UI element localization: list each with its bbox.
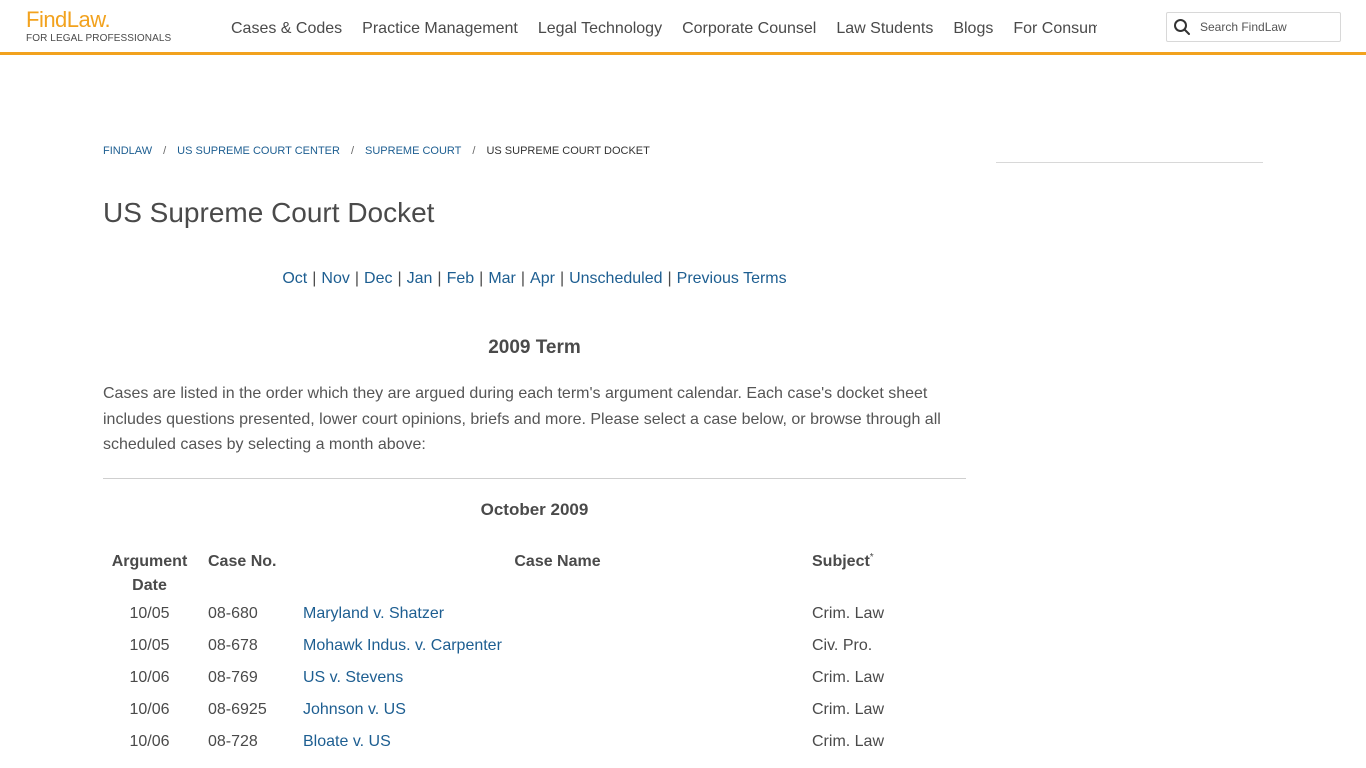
page-title: US Supreme Court Docket <box>103 197 435 228</box>
cell-case-no: 08-728 <box>208 733 258 750</box>
month-nav: Oct | Nov | Dec | Jan | Feb | Mar | Apr | Unscheduled |… <box>103 270 966 288</box>
breadcrumb-separator: / <box>472 145 476 157</box>
month-separator: | <box>397 270 402 287</box>
header-argument-date-line2: Date <box>132 577 167 594</box>
table-row: 10/06 08-728 Bloate v. US Crim. Law <box>103 726 966 758</box>
cell-argument-date: 10/06 <box>129 733 170 750</box>
month-link-oct[interactable]: Oct <box>282 270 307 287</box>
docket-body: 10/05 08-680 Maryland v. Shatzer Crim. Law 1… <box>103 598 966 758</box>
month-link-mar[interactable]: Mar <box>488 270 516 287</box>
breadcrumb: FINDLAW / US SUPREME COURT CENTER / SUPREME … <box>103 145 650 157</box>
month-separator: | <box>667 270 672 287</box>
case-link[interactable]: Johnson v. US <box>303 701 406 718</box>
cell-case-no: 08-769 <box>208 669 258 686</box>
month-link-nov[interactable]: Nov <box>321 270 349 287</box>
month-link-apr[interactable]: Apr <box>530 270 555 287</box>
cell-subject: Crim. Law <box>812 605 885 622</box>
case-link[interactable]: Mohawk Indus. v. Carpenter <box>303 637 502 654</box>
site-header: FindLaw. FOR LEGAL PROFESSIONALS Cases &… <box>0 0 1366 55</box>
cell-argument-date: 10/05 <box>129 637 170 654</box>
nav-item-law-students[interactable]: Law Students <box>826 0 943 55</box>
month-link-feb[interactable]: Feb <box>447 270 475 287</box>
cell-case-name: Bloate v. US <box>303 726 812 758</box>
sidebar-divider <box>996 162 1263 163</box>
month-link-dec[interactable]: Dec <box>364 270 392 287</box>
term-heading: 2009 Term <box>488 337 581 358</box>
table-row: 10/06 08-6925 Johnson v. US Crim. Law <box>103 694 966 726</box>
cell-argument-date: 10/06 <box>129 701 170 718</box>
header-subject-label: Subject <box>812 553 870 570</box>
cell-subject: Crim. Law <box>812 669 885 686</box>
cell-subject: Civ. Pro. <box>812 637 873 654</box>
header-subject: Subject* <box>812 550 966 598</box>
breadcrumb-supreme-court[interactable]: SUPREME COURT <box>365 145 461 157</box>
breadcrumb-us-supreme-court-center[interactable]: US SUPREME COURT CENTER <box>177 145 340 157</box>
month-separator: | <box>312 270 317 287</box>
cell-case-name: Maryland v. Shatzer <box>303 598 812 630</box>
cell-case-no: 08-680 <box>208 605 258 622</box>
docket-table: Argument Date Case No. Case Name Subject*… <box>103 550 966 758</box>
cell-case-name: Mohawk Indus. v. Carpenter <box>303 630 812 662</box>
month-separator: | <box>437 270 442 287</box>
section-divider <box>103 478 966 479</box>
header-argument-date-line1: Argument <box>111 553 188 570</box>
month-link-previous-terms[interactable]: Previous Terms <box>677 270 787 287</box>
findlaw-logo[interactable]: FindLaw. FOR LEGAL PROFESSIONALS <box>26 8 176 45</box>
month-separator: | <box>354 270 360 287</box>
nav-item-legal-technology[interactable]: Legal Technology <box>528 0 672 55</box>
cell-argument-date: 10/06 <box>129 669 170 686</box>
month-heading: October 2009 <box>480 500 589 519</box>
header-case-no: Case No. <box>208 553 277 570</box>
search-icon[interactable] <box>1173 18 1191 36</box>
month-separator: | <box>520 270 526 287</box>
search-box[interactable] <box>1166 12 1341 42</box>
nav-item-cases-codes[interactable]: Cases & Codes <box>221 0 352 55</box>
main-nav: Cases & Codes Practice Management Legal Te… <box>221 0 1097 55</box>
logo-tagline: FOR LEGAL PROFESSIONALS <box>26 33 172 44</box>
table-row: 10/05 08-680 Maryland v. Shatzer Crim. Law <box>103 598 966 630</box>
table-row: 10/06 08-769 US v. Stevens Crim. Law <box>103 662 966 694</box>
table-row: 10/05 08-678 Mohawk Indus. v. Carpenter Civ… <box>103 630 966 662</box>
cell-case-no: 08-678 <box>208 637 258 654</box>
table-header-row: Argument Date Case No. Case Name Subject* <box>103 550 966 598</box>
month-link-unscheduled[interactable]: Unscheduled <box>569 270 662 287</box>
month-link-jan[interactable]: Jan <box>407 270 433 287</box>
case-link[interactable]: US v. Stevens <box>303 669 403 686</box>
breadcrumb-separator: / <box>163 145 167 157</box>
logo-wordmark[interactable]: FindLaw. <box>26 8 176 32</box>
breadcrumb-current: US SUPREME COURT DOCKET <box>486 145 650 157</box>
nav-item-blogs[interactable]: Blogs <box>943 0 1003 55</box>
month-separator: | <box>559 270 565 287</box>
cell-case-name: US v. Stevens <box>303 662 812 694</box>
search-input[interactable] <box>1200 17 1336 37</box>
month-separator: | <box>479 270 484 287</box>
cell-subject: Crim. Law <box>812 701 885 718</box>
nav-item-corporate-counsel[interactable]: Corporate Counsel <box>672 0 826 55</box>
footnote-marker: * <box>869 552 874 563</box>
header-case-name: Case Name <box>514 553 601 570</box>
breadcrumb-findlaw[interactable]: FINDLAW <box>103 145 152 157</box>
cell-argument-date: 10/05 <box>129 605 170 622</box>
case-link[interactable]: Maryland v. Shatzer <box>303 605 444 622</box>
breadcrumb-separator: / <box>350 145 355 157</box>
intro-text: Cases are listed in the order which they… <box>103 385 941 453</box>
nav-item-for-consumers[interactable]: For Consumers <box>1003 0 1097 55</box>
cell-case-name: Johnson v. US <box>303 694 812 726</box>
cell-subject: Crim. Law <box>812 733 885 750</box>
case-link[interactable]: Bloate v. US <box>303 733 391 750</box>
header-argument-date: Argument Date <box>103 550 193 598</box>
nav-item-practice-management[interactable]: Practice Management <box>352 0 528 55</box>
cell-case-no: 08-6925 <box>208 701 267 718</box>
